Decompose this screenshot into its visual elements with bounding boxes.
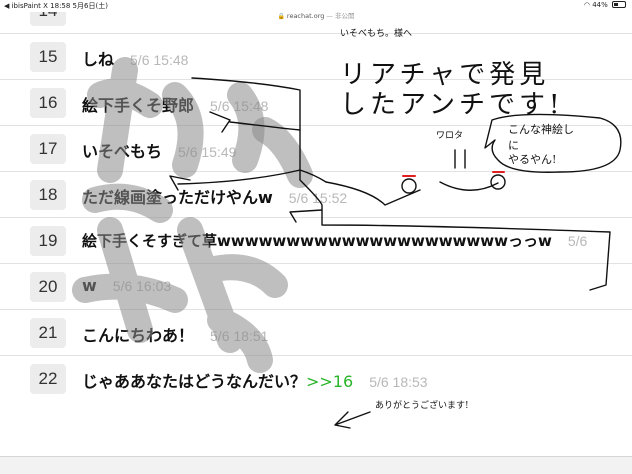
comment-list[interactable]: 14 15 しね5/6 15:48 16 絵下手くそ野郎5/6 15:48 17… xyxy=(0,0,632,456)
comment-number: 20 xyxy=(30,272,66,302)
comment-number: 18 xyxy=(30,180,66,210)
wifi-icon: ◠ xyxy=(583,1,590,9)
comment-time: 5/6 18:51 xyxy=(210,328,269,344)
comment-number: 22 xyxy=(30,364,66,394)
url-bar[interactable]: 🔒 reachat.org — 非公開 xyxy=(0,10,632,20)
comment-row-19: 19 絵下手くそすぎて草wwwwwwwwwwwwwwwwwwwwwっっw 5/6 xyxy=(0,218,632,264)
comment-row-17: 17 いそべもち 5/6 15:49 xyxy=(0,126,632,172)
status-bar-right: ◠ 44% xyxy=(584,1,626,9)
comment-text: いそべもち 5/6 15:49 xyxy=(82,138,236,162)
comment-row-21: 21 こんにちわあ！ 5/6 18:51 xyxy=(0,310,632,356)
comment-time: 5/6 15:49 xyxy=(178,144,237,160)
comment-row-16: 16 絵下手くそ野郎 5/6 15:48 xyxy=(0,80,632,126)
battery-percent: 44% xyxy=(592,1,608,9)
comment-row-22: 22 じゃああなたはどうなんだい？>>16 5/6 18:53 xyxy=(0,356,632,402)
comment-time: 5/6 16:03 xyxy=(112,278,172,294)
comment-number: 19 xyxy=(30,226,66,256)
comment-time: 5/6 xyxy=(567,233,588,249)
comment-number: 16 xyxy=(30,88,66,118)
comment-row-15: 15 しね 5/6 15:48 xyxy=(0,34,632,80)
comment-row-18: 18 ただ線画塗っただけやんw 5/6 15:52 xyxy=(0,172,632,218)
comment-text: こんにちわあ！ 5/6 18:51 xyxy=(82,322,268,346)
comment-body: いそべもち xyxy=(82,142,163,161)
comment-body: 絵下手くそ野郎 xyxy=(82,96,195,115)
comment-body: ただ線画塗っただけやんw xyxy=(82,188,273,207)
comment-time: 5/6 18:53 xyxy=(369,374,428,390)
url-suffix: — 非公開 xyxy=(326,12,355,20)
comment-text: 絵下手くそすぎて草wwwwwwwwwwwwwwwwwwwwwっっw 5/6 xyxy=(82,230,587,251)
comment-text: ただ線画塗っただけやんw 5/6 15:52 xyxy=(82,184,347,208)
comment-number: 21 xyxy=(30,318,66,348)
comment-time: 5/6 15:52 xyxy=(288,190,348,206)
reply-link[interactable]: >>16 xyxy=(306,372,353,391)
comment-body: じゃああなたはどうなんだい？ xyxy=(82,372,307,391)
comment-body: 絵下手くそすぎて草wwwwwwwwwwwwwwwwwwwwwっっw xyxy=(82,232,552,250)
comment-text: しね 5/6 15:48 xyxy=(82,46,188,70)
comment-text: じゃああなたはどうなんだい？>>16 5/6 18:53 xyxy=(82,368,428,392)
bottom-toolbar xyxy=(0,456,632,474)
lock-icon: 🔒 xyxy=(277,13,285,20)
comment-time: 5/6 15:48 xyxy=(130,52,189,68)
comment-body: こんにちわあ！ xyxy=(82,326,195,345)
comment-time: 5/6 15:48 xyxy=(210,98,269,114)
battery-icon xyxy=(612,1,626,8)
url-domain: reachat.org xyxy=(286,12,325,20)
comment-body: w xyxy=(82,276,97,295)
comment-text: 絵下手くそ野郎 5/6 15:48 xyxy=(82,92,268,116)
comment-number: 17 xyxy=(30,134,66,164)
comment-number: 15 xyxy=(30,42,66,72)
comment-body: しね xyxy=(82,50,115,69)
comment-text: w 5/6 16:03 xyxy=(82,276,171,295)
comment-row-20: 20 w 5/6 16:03 xyxy=(0,264,632,310)
